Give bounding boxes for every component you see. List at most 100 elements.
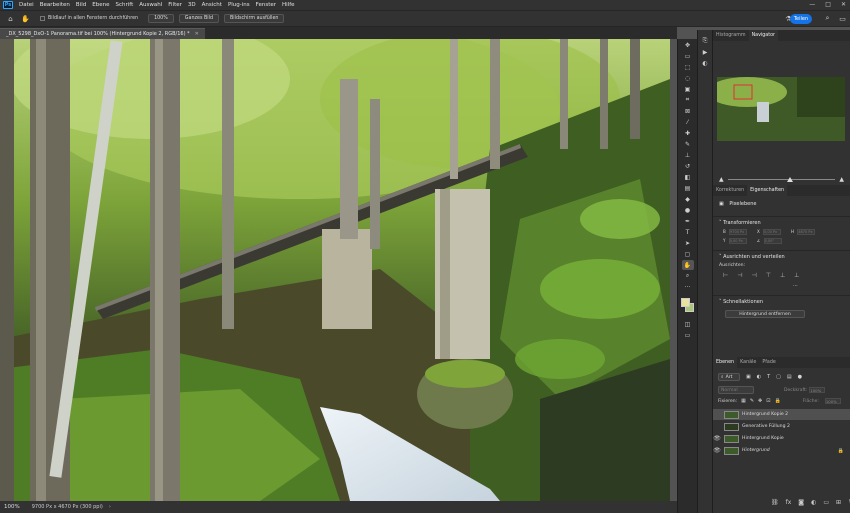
search-icon[interactable]: ⌕	[823, 14, 832, 23]
layer-row[interactable]: Generative Füllung 2	[713, 421, 850, 432]
history-brush-tool-icon[interactable]: ↺	[682, 161, 694, 171]
align-right-icon[interactable]: ⊣	[751, 272, 756, 279]
crop-tool-icon[interactable]: ⌗	[682, 95, 694, 105]
lasso-tool-icon[interactable]: ◌	[682, 73, 694, 83]
minimize-button[interactable]: —	[809, 1, 815, 8]
filter-pixel-icon[interactable]: ▣	[746, 374, 751, 380]
hand-tool-icon[interactable]: ✋	[21, 14, 30, 23]
menu-plugins[interactable]: Plug-ins	[228, 2, 250, 8]
workspace-icon[interactable]: ▭	[838, 14, 847, 23]
menu-window[interactable]: Fenster	[256, 2, 276, 8]
quick-actions-header[interactable]: ˅ Schnellaktionen	[713, 296, 850, 308]
navigator-preview[interactable]	[717, 77, 845, 141]
artboard-tool-icon[interactable]: ▭	[682, 51, 694, 61]
align-bottom-icon[interactable]: ⊥	[794, 272, 799, 279]
fx-icon[interactable]: fx	[786, 499, 792, 506]
opacity-field[interactable]: 100%	[809, 387, 826, 393]
align-header[interactable]: ˅ Ausrichten und verteilen	[713, 251, 850, 263]
tab-channels[interactable]: Kanäle	[737, 357, 759, 368]
navigator-zoom-slider[interactable]: ▲ ▲	[719, 176, 844, 183]
adjustment-layer-icon[interactable]: ◐	[811, 499, 816, 506]
y-field[interactable]: 0,00 Px	[728, 238, 747, 244]
marquee-tool-icon[interactable]: ⬚	[682, 62, 694, 72]
tab-adjustments[interactable]: Korrekturen	[713, 185, 747, 196]
lock-image-icon[interactable]: ✎	[750, 398, 754, 404]
tab-histogram[interactable]: Histogramm	[713, 30, 749, 41]
eye-icon[interactable]: 👁	[713, 447, 721, 454]
remove-background-button[interactable]: Hintergrund entfernen	[725, 310, 805, 318]
filter-toggle-icon[interactable]: ●	[798, 374, 802, 380]
zoom-level[interactable]: 100%	[4, 504, 20, 510]
shape-tool-icon[interactable]: ▢	[682, 249, 694, 259]
menu-view[interactable]: Ansicht	[202, 2, 222, 8]
status-arrow-icon[interactable]: ›	[109, 504, 111, 510]
align-left-icon[interactable]: ⊢	[723, 272, 728, 279]
foreground-color-swatch[interactable]	[681, 298, 690, 307]
add-mask-icon[interactable]: ◙	[798, 499, 804, 506]
lock-all-icon[interactable]: 🔒	[774, 398, 780, 404]
align-top-icon[interactable]: ⊤	[766, 272, 771, 279]
adjust-panel-icon[interactable]: ◐	[699, 58, 711, 68]
hand-tool-icon[interactable]: ✋	[681, 260, 694, 270]
layer-kind-select[interactable]: ⌕ Art	[718, 373, 740, 381]
blur-tool-icon[interactable]: ◆	[682, 194, 694, 204]
eraser-tool-icon[interactable]: ◧	[682, 172, 694, 182]
history-panel-icon[interactable]: ⎘	[699, 36, 711, 46]
object-select-tool-icon[interactable]: ▣	[682, 84, 694, 94]
fill-screen-button[interactable]: Bildschirm ausfüllen	[224, 14, 285, 23]
document-canvas[interactable]	[0, 39, 670, 501]
close-button[interactable]: ✕	[841, 1, 846, 8]
menu-filter[interactable]: Filter	[168, 2, 182, 8]
link-layers-icon[interactable]: ⛓	[771, 499, 779, 506]
tab-navigator[interactable]: Navigator	[748, 30, 779, 41]
height-field[interactable]: 4670 Px	[797, 229, 816, 235]
actions-panel-icon[interactable]: ▶	[699, 47, 711, 57]
menu-image[interactable]: Bild	[76, 2, 86, 8]
filter-type-icon[interactable]: T	[767, 374, 770, 380]
pen-tool-icon[interactable]: ✒	[682, 216, 694, 226]
dodge-tool-icon[interactable]: ●	[682, 205, 694, 215]
blend-mode-select[interactable]: Normal	[718, 386, 754, 394]
more-tools-icon[interactable]: ···	[682, 282, 694, 292]
stamp-tool-icon[interactable]: ⊥	[682, 150, 694, 160]
path-select-tool-icon[interactable]: ➤	[682, 238, 694, 248]
document-tab[interactable]: _DX_5298_DxO-1 Panorama.tif bei 100% (Hi…	[0, 28, 205, 39]
zoom-in-icon[interactable]: ▲	[839, 176, 844, 183]
align-center-icon[interactable]: ⊣	[737, 272, 742, 279]
screen-mode-icon[interactable]: ▭	[682, 330, 694, 340]
close-tab-icon[interactable]: ✕	[195, 31, 199, 37]
frame-tool-icon[interactable]: ⊠	[682, 106, 694, 116]
filter-smart-icon[interactable]: ▤	[787, 374, 792, 380]
layer-row[interactable]: 👁 Hintergrund 🔒	[713, 445, 850, 456]
menu-file[interactable]: Datei	[19, 2, 34, 8]
maximize-button[interactable]: □	[825, 1, 831, 8]
tab-layers[interactable]: Ebenen	[713, 357, 738, 368]
new-group-icon[interactable]: ▭	[823, 499, 829, 506]
healing-brush-tool-icon[interactable]: ✚	[682, 128, 694, 138]
filter-shape-icon[interactable]: ▢	[776, 374, 781, 380]
scroll-all-checkbox[interactable]	[40, 16, 45, 21]
menu-select[interactable]: Auswahl	[139, 2, 162, 8]
lock-artboard-icon[interactable]: ⊡	[766, 398, 770, 404]
tab-properties[interactable]: Eigenschaften	[747, 185, 788, 196]
type-tool-icon[interactable]: T	[682, 227, 694, 237]
tab-paths[interactable]: Pfade	[759, 357, 779, 368]
fit-screen-button[interactable]: Ganzes Bild	[178, 14, 219, 23]
gradient-tool-icon[interactable]: ▤	[682, 183, 694, 193]
angle-field[interactable]: 0,00°	[763, 238, 782, 244]
menu-help[interactable]: Hilfe	[282, 2, 295, 8]
menu-edit[interactable]: Bearbeiten	[40, 2, 70, 8]
menu-type[interactable]: Schrift	[115, 2, 133, 8]
layer-row[interactable]: Hintergrund Kopie 2	[713, 409, 850, 420]
zoom-tool-icon[interactable]: ⌕	[682, 271, 694, 281]
home-icon[interactable]: ⌂	[6, 14, 15, 23]
lock-position-icon[interactable]: ✥	[758, 398, 762, 404]
move-tool-icon[interactable]: ✥	[682, 40, 694, 50]
x-field[interactable]: 0,00 Px	[763, 229, 782, 235]
more-options-icon[interactable]: ···	[713, 283, 850, 289]
fill-field[interactable]: 100%	[824, 398, 841, 404]
align-middle-icon[interactable]: ⊥	[780, 272, 785, 279]
eye-icon[interactable]: 👁	[713, 435, 721, 442]
zoom-out-icon[interactable]: ▲	[719, 176, 724, 183]
eyedropper-tool-icon[interactable]: ⁄	[682, 117, 694, 127]
